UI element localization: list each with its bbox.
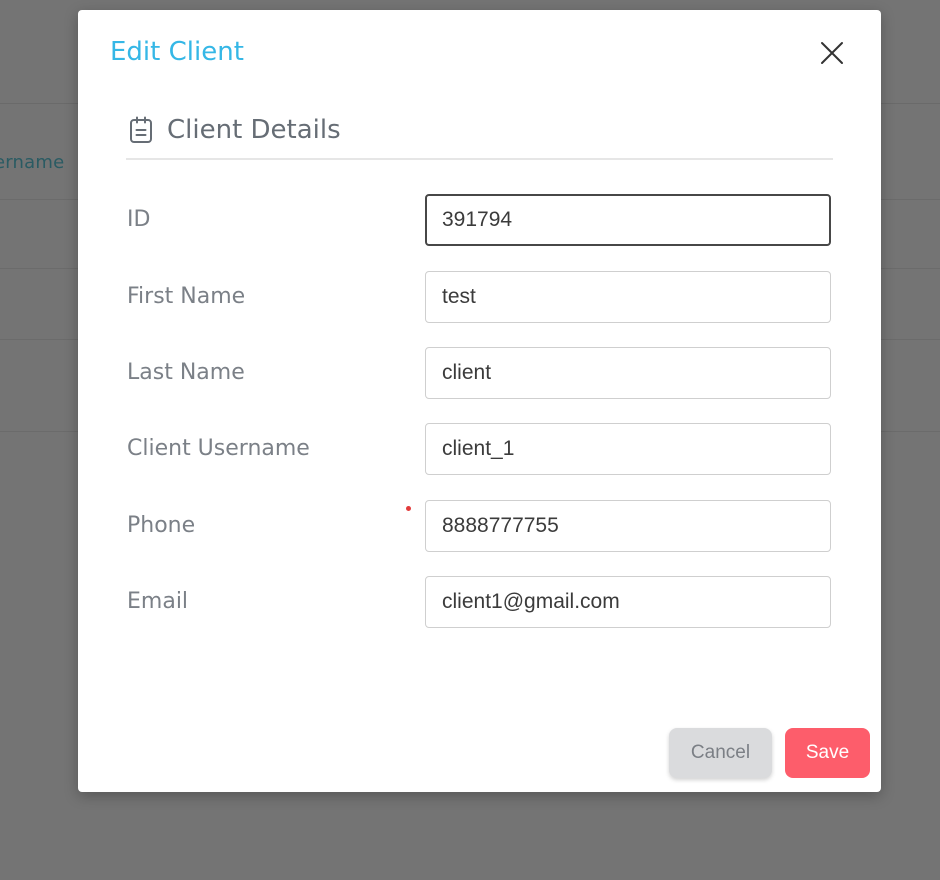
- email-label: Email: [127, 589, 189, 614]
- client-details-section-header: Client Details: [126, 112, 833, 160]
- id-input[interactable]: [425, 194, 831, 246]
- email-input[interactable]: [425, 576, 831, 628]
- last-name-label: Last Name: [127, 360, 245, 385]
- clipboard-list-icon: [130, 116, 152, 143]
- dialog-title: Edit Client: [110, 37, 244, 67]
- close-icon: [821, 42, 843, 64]
- cancel-button[interactable]: Cancel: [669, 728, 772, 778]
- first-name-input[interactable]: [425, 271, 831, 323]
- section-title: Client Details: [167, 115, 341, 145]
- last-name-input[interactable]: [425, 347, 831, 399]
- required-indicator: [406, 506, 411, 511]
- first-name-label: First Name: [127, 284, 246, 309]
- edit-client-dialog: Edit Client Client Details ID First Name…: [78, 10, 881, 792]
- phone-input[interactable]: [425, 500, 831, 552]
- client-username-input[interactable]: [425, 423, 831, 475]
- phone-label: Phone: [127, 513, 196, 538]
- save-button[interactable]: Save: [785, 728, 870, 778]
- id-label: ID: [127, 207, 151, 232]
- close-button[interactable]: [817, 38, 847, 68]
- client-username-label: Client Username: [127, 436, 310, 461]
- background-column-header: ername: [0, 152, 65, 173]
